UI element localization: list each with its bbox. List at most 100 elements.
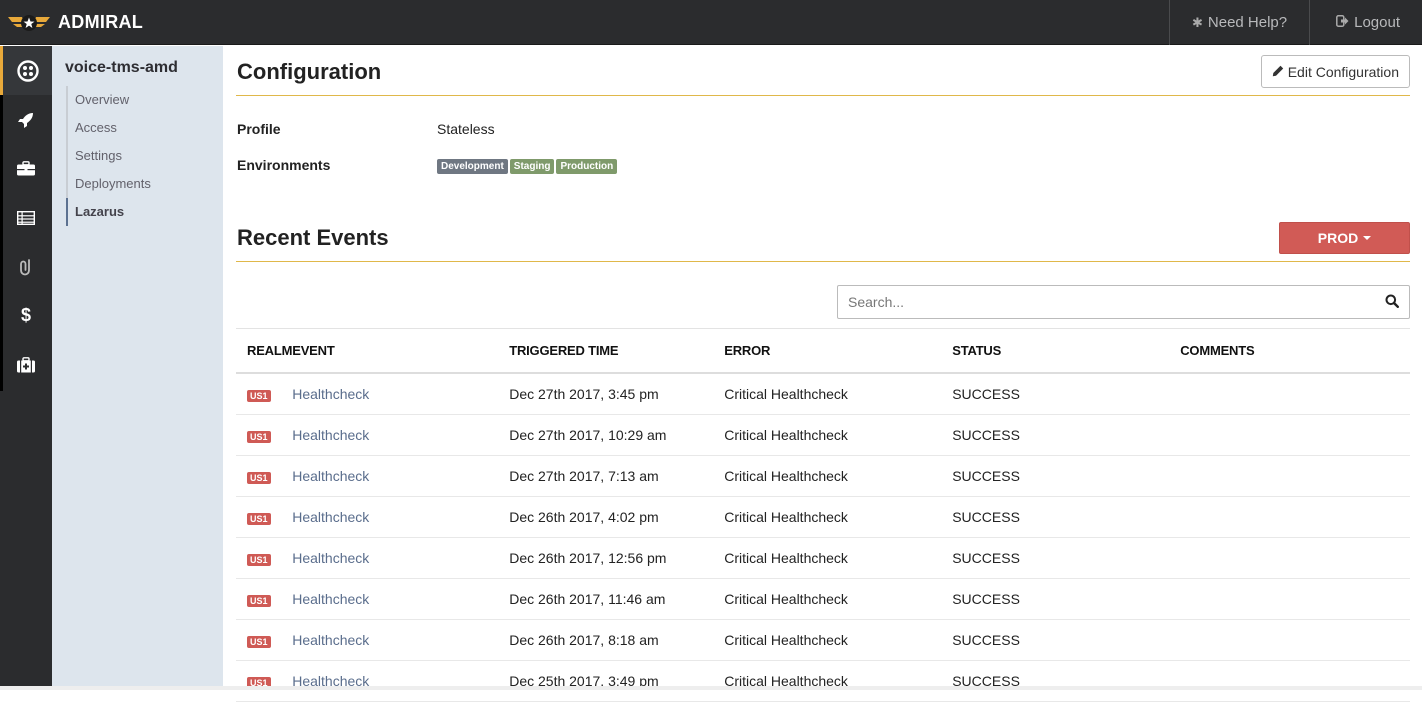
- admiral-logo-icon: [8, 13, 50, 33]
- nav-health[interactable]: [0, 340, 52, 389]
- recent-events-title: Recent Events: [237, 225, 389, 250]
- events-table-wrapper: REALM EVENT TRIGGERED TIME ERROR STATUS …: [236, 328, 1410, 702]
- search-box: [837, 285, 1410, 319]
- column-header-triggered-time[interactable]: TRIGGERED TIME: [509, 329, 725, 374]
- event-link[interactable]: Healthcheck: [292, 468, 369, 484]
- nav-services[interactable]: [0, 144, 52, 193]
- table-row[interactable]: US1 Healthcheck Dec 27th 2017, 7:13 am Crit…: [236, 455, 1410, 497]
- environment-dropdown-label: PROD: [1317, 230, 1359, 246]
- subnav-item-lazarus[interactable]: Lazarus: [66, 198, 151, 226]
- nav-deploy[interactable]: [0, 95, 52, 144]
- edit-configuration-button[interactable]: Edit Configuration: [1260, 55, 1410, 88]
- app-title: ADMIRAL: [58, 12, 144, 32]
- event-cell: Healthcheck: [292, 455, 510, 497]
- table-row[interactable]: US1 Healthcheck Dec 27th 2017, 3:45 pm Crit…: [236, 373, 1410, 415]
- nav-apps[interactable]: [0, 46, 52, 95]
- search-icon[interactable]: [1385, 294, 1400, 313]
- realm-cell: US1: [236, 578, 293, 620]
- column-header-status[interactable]: STATUS: [952, 329, 1181, 374]
- status-cell: SUCCESS: [952, 373, 1181, 415]
- table-row[interactable]: US1 Healthcheck Dec 26th 2017, 8:18 am Crit…: [236, 619, 1410, 661]
- paperclip-icon: [19, 258, 33, 276]
- event-link[interactable]: Healthcheck: [292, 591, 369, 607]
- profile-label: Profile: [237, 121, 281, 137]
- error-cell: Critical Healthcheck: [724, 496, 953, 538]
- profile-value: Stateless: [437, 121, 495, 137]
- realm-cell: US1: [236, 496, 293, 538]
- comments-cell: [1180, 537, 1410, 579]
- app-subnav: voice-tms-amd Overview Access Settings D…: [52, 46, 223, 690]
- realm-badge: US1: [247, 512, 271, 525]
- triggered-time-cell: Dec 25th 2017, 3:49 pm: [509, 660, 725, 702]
- event-cell: Healthcheck: [292, 414, 510, 456]
- triggered-time-cell: Dec 26th 2017, 4:02 pm: [509, 496, 725, 538]
- sign-out-icon: [1336, 15, 1349, 30]
- column-header-error[interactable]: ERROR: [724, 329, 953, 374]
- status-cell: SUCCESS: [952, 496, 1181, 538]
- configuration-title: Configuration: [237, 59, 382, 84]
- edit-configuration-label: Edit Configuration: [1287, 63, 1399, 80]
- error-cell: Critical Healthcheck: [724, 660, 953, 702]
- subnav-item-overview[interactable]: Overview: [68, 86, 151, 114]
- nav-billing[interactable]: $: [0, 291, 52, 340]
- table-row[interactable]: US1 Healthcheck Dec 27th 2017, 10:29 am Cri…: [236, 414, 1410, 456]
- realm-badge: US1: [247, 430, 271, 443]
- table-row[interactable]: US1 Healthcheck Dec 26th 2017, 11:46 am Cri…: [236, 578, 1410, 620]
- comments-cell: [1180, 414, 1410, 456]
- table-row[interactable]: US1 Healthcheck Dec 26th 2017, 4:02 pm Crit…: [236, 496, 1410, 538]
- realm-cell: US1: [236, 414, 293, 456]
- status-cell: SUCCESS: [952, 660, 1181, 702]
- error-cell: Critical Healthcheck: [724, 414, 953, 456]
- event-link[interactable]: Healthcheck: [292, 509, 369, 525]
- need-help-link[interactable]: ✱ Need Help?: [1168, 0, 1309, 45]
- twilio-apps-icon: [16, 59, 39, 82]
- comments-cell: [1180, 496, 1410, 538]
- event-cell: Healthcheck: [292, 537, 510, 579]
- event-link[interactable]: Healthcheck: [292, 427, 369, 443]
- error-cell: Critical Healthcheck: [724, 373, 953, 415]
- event-link[interactable]: Healthcheck: [292, 550, 369, 566]
- search-input[interactable]: [838, 286, 1368, 318]
- realm-cell: US1: [236, 373, 293, 415]
- medkit-icon: [17, 356, 35, 373]
- error-cell: Critical Healthcheck: [724, 619, 953, 661]
- realm-cell: US1: [236, 537, 293, 579]
- subnav-item-access[interactable]: Access: [68, 114, 151, 142]
- caret-down-icon: [1363, 236, 1372, 240]
- logout-label: Logout: [1354, 14, 1400, 31]
- event-link[interactable]: Healthcheck: [292, 632, 369, 648]
- column-header-event[interactable]: EVENT: [292, 329, 510, 374]
- column-header-comments[interactable]: COMMENTS: [1180, 329, 1410, 374]
- event-link[interactable]: Healthcheck: [292, 386, 369, 402]
- subnav-item-settings[interactable]: Settings: [68, 142, 151, 170]
- subnav-item-deployments[interactable]: Deployments: [68, 170, 151, 198]
- subnav-list: Overview Access Settings Deployments Laz…: [66, 86, 151, 226]
- environment-badges: Development Staging Production: [437, 159, 618, 174]
- error-cell: Critical Healthcheck: [724, 537, 953, 579]
- triggered-time-cell: Dec 26th 2017, 11:46 am: [509, 578, 725, 620]
- event-cell: Healthcheck: [292, 496, 510, 538]
- env-badge-production: Production: [556, 159, 618, 174]
- table-row[interactable]: US1 Healthcheck Dec 25th 2017, 3:49 pm Crit…: [236, 660, 1410, 702]
- pencil-icon: [1272, 64, 1284, 80]
- event-cell: Healthcheck: [292, 578, 510, 620]
- nav-list[interactable]: [0, 193, 52, 242]
- logout-link[interactable]: Logout: [1309, 0, 1422, 45]
- need-help-label: Need Help?: [1207, 14, 1288, 31]
- list-icon: [17, 210, 35, 225]
- nav-attachments[interactable]: [0, 242, 52, 291]
- environment-dropdown-button[interactable]: PROD: [1279, 222, 1410, 254]
- comments-cell: [1180, 578, 1410, 620]
- brand[interactable]: ADMIRAL: [8, 0, 143, 45]
- comments-cell: [1180, 660, 1410, 702]
- event-cell: Healthcheck: [292, 373, 510, 415]
- events-table-body: US1 Healthcheck Dec 27th 2017, 3:45 pm Crit…: [236, 373, 1410, 702]
- configuration-header: Configuration Edit Configuration: [236, 46, 1410, 96]
- realm-badge: US1: [247, 594, 271, 607]
- column-header-realm[interactable]: REALM: [236, 329, 292, 374]
- table-header-row: REALM EVENT TRIGGERED TIME ERROR STATUS …: [236, 329, 1410, 374]
- table-row[interactable]: US1 Healthcheck Dec 26th 2017, 12:56 pm Cri…: [236, 537, 1410, 579]
- icon-sidebar: $: [0, 46, 52, 690]
- comments-cell: [1180, 619, 1410, 661]
- comments-cell: [1180, 455, 1410, 497]
